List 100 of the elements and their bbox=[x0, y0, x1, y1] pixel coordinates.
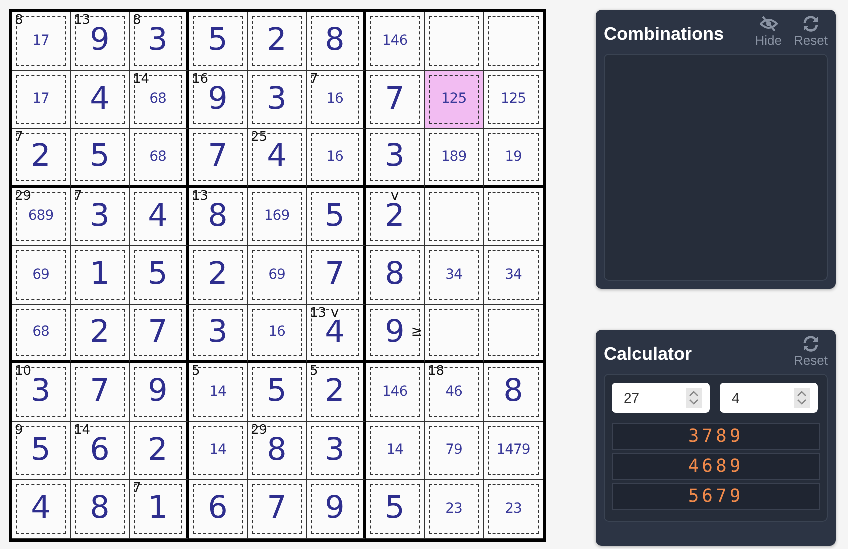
sudoku-cell[interactable]: 8 bbox=[71, 480, 130, 538]
sudoku-cell[interactable]: 14 bbox=[189, 422, 248, 480]
sudoku-cell[interactable]: 7 bbox=[307, 246, 366, 304]
cell-digit: 5 bbox=[325, 200, 345, 232]
sudoku-cell[interactable]: 69 bbox=[12, 246, 71, 304]
sudoku-cell[interactable]: 8 3 bbox=[130, 12, 189, 70]
sudoku-cell[interactable]: 19 bbox=[484, 129, 543, 188]
sudoku-cell[interactable]: 1479 bbox=[484, 422, 543, 480]
sudoku-cell[interactable]: 5 bbox=[130, 246, 189, 304]
candidate-digits: 689 bbox=[28, 208, 54, 224]
sudoku-cell[interactable]: 9 ≥ bbox=[366, 304, 425, 363]
cell-digit: 8 bbox=[267, 434, 287, 466]
sudoku-cell[interactable]: 7 16 bbox=[307, 70, 366, 129]
sudoku-cell[interactable]: 17 bbox=[12, 70, 71, 129]
count-field[interactable]: 4 bbox=[720, 383, 818, 413]
candidate-digits: 16 bbox=[326, 148, 344, 165]
sudoku-cell[interactable]: 8 bbox=[307, 12, 366, 70]
sudoku-cell[interactable]: 8 bbox=[484, 363, 543, 422]
sudoku-cell[interactable]: 125 bbox=[425, 70, 484, 129]
sudoku-cell[interactable] bbox=[425, 304, 484, 363]
sudoku-cell[interactable]: 14 68 bbox=[130, 70, 189, 129]
sudoku-cell[interactable]: 7 2 bbox=[12, 129, 71, 188]
sudoku-cell[interactable]: 3 bbox=[189, 304, 248, 363]
sudoku-cell[interactable] bbox=[425, 12, 484, 70]
combination-result: 4689 bbox=[612, 453, 820, 480]
sudoku-cell[interactable]: 23 bbox=[484, 480, 543, 538]
sudoku-cell[interactable]: 5 14 bbox=[189, 363, 248, 422]
sudoku-cell[interactable]: 4 bbox=[130, 188, 189, 246]
sudoku-cell[interactable]: 4 bbox=[71, 70, 130, 129]
sudoku-cell[interactable]: 29 689 bbox=[12, 188, 71, 246]
sudoku-cell[interactable]: 146 bbox=[366, 363, 425, 422]
sudoku-cell[interactable]: 2 bbox=[71, 304, 130, 363]
sudoku-cell[interactable]: 7 bbox=[130, 304, 189, 363]
sudoku-cell[interactable]: 16 bbox=[307, 129, 366, 188]
cage-sum: 14 bbox=[74, 424, 91, 436]
cell-digit: 3 bbox=[385, 141, 405, 172]
cage-sum: 7 bbox=[133, 482, 142, 495]
sudoku-cell[interactable]: 68 bbox=[130, 129, 189, 188]
sudoku-cell[interactable]: 3 bbox=[366, 129, 425, 188]
candidate-digits: 16 bbox=[326, 91, 344, 108]
sudoku-cell[interactable]: 189 bbox=[425, 129, 484, 188]
sudoku-cell[interactable]: 2 v bbox=[366, 188, 425, 246]
sudoku-cell[interactable]: 23 bbox=[425, 480, 484, 538]
sudoku-cell[interactable]: 7 bbox=[366, 70, 425, 129]
sudoku-cell[interactable]: 169 bbox=[248, 188, 307, 246]
sum-field[interactable]: 27 bbox=[612, 383, 710, 413]
sudoku-cell[interactable] bbox=[484, 304, 543, 363]
hide-button[interactable]: Hide bbox=[755, 16, 782, 48]
sudoku-cell[interactable]: 34 bbox=[425, 246, 484, 304]
sudoku-cell[interactable]: 69 bbox=[248, 246, 307, 304]
sudoku-cell[interactable]: 7 1 bbox=[130, 480, 189, 538]
sudoku-cell[interactable]: 79 bbox=[425, 422, 484, 480]
sudoku-cell[interactable]: 5 2 bbox=[307, 363, 366, 422]
sudoku-cell[interactable]: 7 bbox=[189, 129, 248, 188]
sudoku-cell[interactable]: 7 bbox=[248, 480, 307, 538]
sudoku-cell[interactable]: 5 bbox=[71, 129, 130, 188]
sudoku-cell[interactable]: 9 bbox=[130, 363, 189, 422]
sudoku-cell[interactable]: 5 bbox=[248, 363, 307, 422]
sudoku-cell[interactable]: 4 bbox=[12, 480, 71, 538]
cell-digit: 2 bbox=[31, 141, 51, 172]
reset-button[interactable]: Reset bbox=[794, 16, 828, 48]
reset-button[interactable]: Reset bbox=[794, 336, 828, 368]
sudoku-cell[interactable]: 16 bbox=[248, 304, 307, 363]
sudoku-cell[interactable]: 34 bbox=[484, 246, 543, 304]
sudoku-cell[interactable]: 5 bbox=[307, 188, 366, 246]
sudoku-cell[interactable]: 146 bbox=[366, 12, 425, 70]
sudoku-cell[interactable] bbox=[484, 188, 543, 246]
sudoku-cell[interactable]: 8 bbox=[366, 246, 425, 304]
sudoku-cell[interactable]: 7 3 bbox=[71, 188, 130, 246]
sudoku-cell[interactable]: 2 bbox=[189, 246, 248, 304]
cell-digit: 6 bbox=[208, 493, 228, 524]
candidate-digits: 79 bbox=[446, 442, 462, 458]
cell-digit: 8 bbox=[208, 200, 228, 232]
cage-sum: 8 bbox=[133, 14, 142, 27]
sudoku-cell[interactable]: 7 bbox=[71, 363, 130, 422]
sudoku-cell[interactable]: 5 bbox=[366, 480, 425, 538]
sudoku-cell[interactable]: 3 bbox=[248, 70, 307, 129]
sudoku-cell[interactable]: 68 bbox=[12, 304, 71, 363]
candidate-digits: 17 bbox=[32, 32, 50, 49]
sudoku-cell[interactable]: 18 46 bbox=[425, 363, 484, 422]
sudoku-cell[interactable]: 6 bbox=[189, 480, 248, 538]
cell-digit: 2 bbox=[148, 434, 168, 466]
sudoku-cell[interactable]: 8 17 bbox=[12, 12, 71, 70]
sudoku-cell[interactable]: 14 bbox=[366, 422, 425, 480]
sudoku-cell[interactable] bbox=[425, 188, 484, 246]
cell-digit: 2 bbox=[325, 376, 345, 408]
sudoku-cell[interactable]: 5 bbox=[189, 12, 248, 70]
cell-digit: 9 bbox=[208, 84, 228, 115]
sudoku-cell[interactable]: 2 bbox=[130, 422, 189, 480]
cell-digit: 5 bbox=[385, 493, 405, 524]
sudoku-cell[interactable]: 125 bbox=[484, 70, 543, 129]
sudoku-cell[interactable]: 9 bbox=[307, 480, 366, 538]
candidate-digits: 1479 bbox=[496, 442, 530, 458]
sudoku-cell[interactable]: 3 bbox=[307, 422, 366, 480]
candidate-digits: 23 bbox=[505, 500, 522, 517]
sudoku-cell[interactable]: 9 5 bbox=[12, 422, 71, 480]
cell-digit: 6 bbox=[90, 434, 110, 466]
sudoku-cell[interactable]: 2 bbox=[248, 12, 307, 70]
sudoku-cell[interactable]: 1 bbox=[71, 246, 130, 304]
sudoku-cell[interactable] bbox=[484, 12, 543, 70]
